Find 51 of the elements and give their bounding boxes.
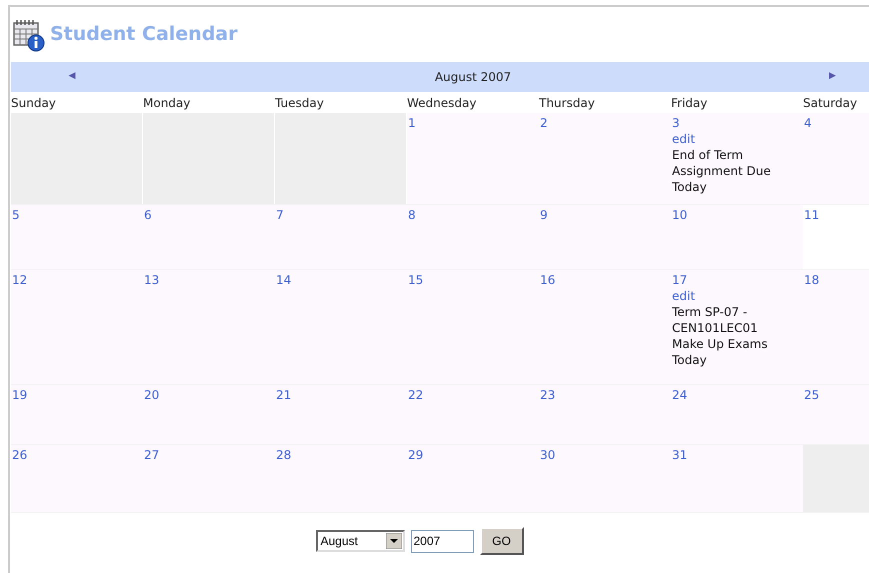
day-number-link[interactable]: 15 — [408, 272, 424, 288]
edit-link[interactable]: edit — [672, 288, 696, 304]
day-number-link[interactable]: 5 — [12, 207, 20, 223]
day-number-link[interactable]: 20 — [144, 387, 160, 403]
day-number-link[interactable]: 16 — [540, 272, 556, 288]
day-number-link[interactable]: 29 — [408, 447, 424, 463]
day-number-link[interactable]: 30 — [540, 447, 556, 463]
day-number-link[interactable]: 8 — [408, 207, 416, 223]
day-number-link[interactable]: 4 — [804, 115, 812, 131]
day-number-link[interactable]: 9 — [540, 207, 548, 223]
day-number-link[interactable]: 18 — [804, 272, 820, 288]
weekday-header: Saturday — [803, 94, 858, 112]
day-number-link[interactable]: 11 — [804, 207, 820, 223]
day-number-link[interactable]: 25 — [804, 387, 820, 403]
day-number-link[interactable]: 22 — [408, 387, 424, 403]
day-number-link[interactable]: 7 — [276, 207, 284, 223]
day-number-link[interactable]: 6 — [144, 207, 152, 223]
day-number-link[interactable]: 24 — [672, 387, 688, 403]
next-month-arrow[interactable]: ▶ — [829, 70, 869, 84]
calendar-info-icon — [12, 18, 46, 52]
month-dropdown[interactable]: August — [316, 530, 404, 552]
day-number-link[interactable]: 10 — [672, 207, 688, 223]
event-text: End of Term Assignment Due Today — [672, 147, 772, 195]
day-number-link[interactable]: 17 — [672, 272, 688, 288]
previous-month-arrow[interactable]: ◀ — [68, 70, 76, 84]
day-number-link[interactable]: 12 — [12, 272, 28, 288]
day-number-link[interactable]: 3 — [672, 115, 680, 131]
event-text: Term SP-07 - CEN101LEC01 Make Up Exams Today — [672, 304, 769, 368]
weekday-header: Tuesday — [275, 94, 324, 112]
weekday-header: Friday — [671, 94, 708, 112]
month-title: August 2007 — [434, 69, 512, 86]
day-number-link[interactable]: 13 — [144, 272, 160, 288]
day-number-link[interactable]: 28 — [276, 447, 292, 463]
day-number-link[interactable]: 19 — [12, 387, 28, 403]
day-number-link[interactable]: 26 — [12, 447, 28, 463]
day-number-link[interactable]: 21 — [276, 387, 292, 403]
edit-link[interactable]: edit — [672, 131, 696, 147]
day-number-link[interactable]: 27 — [144, 447, 160, 463]
day-number-link[interactable]: 23 — [540, 387, 556, 403]
page-title: Student Calendar — [50, 22, 238, 48]
day-number-link[interactable]: 14 — [276, 272, 292, 288]
dropdown-arrow-icon — [386, 533, 402, 549]
day-number-link[interactable]: 1 — [408, 115, 416, 131]
go-button[interactable]: GO — [480, 527, 524, 555]
weekday-header: Sunday — [11, 94, 56, 112]
weekday-header: Wednesday — [407, 94, 476, 112]
weekday-header: Monday — [143, 94, 190, 112]
weekday-header: Thursday — [539, 94, 595, 112]
day-number-link[interactable]: 2 — [540, 115, 548, 131]
day-number-link[interactable]: 31 — [672, 447, 688, 463]
year-field[interactable]: 2007 — [410, 530, 474, 552]
